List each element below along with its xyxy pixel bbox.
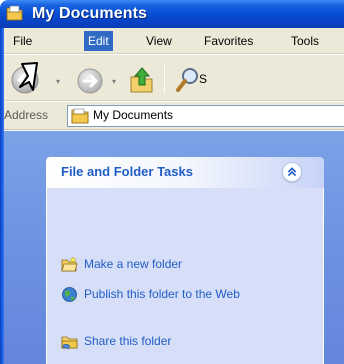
folder-icon	[71, 108, 89, 124]
panel-header[interactable]: File and Folder Tasks	[46, 157, 324, 188]
forward-arrow-icon	[77, 68, 103, 94]
menu-bar: File Edit View Favorites Tools	[4, 28, 344, 54]
forward-dropdown-icon[interactable]: ▾	[112, 77, 116, 86]
search-icon	[176, 68, 198, 92]
forward-button[interactable]	[74, 65, 106, 97]
folder-icon	[6, 5, 23, 21]
menu-favorites[interactable]: Favorites	[200, 31, 257, 51]
up-folder-icon	[130, 67, 153, 93]
back-arrow-icon	[11, 62, 39, 94]
search-label: S	[199, 72, 208, 86]
address-input[interactable]: My Documents	[67, 105, 344, 127]
collapse-button[interactable]	[282, 162, 302, 182]
back-dropdown-icon[interactable]: ▾	[56, 77, 60, 86]
new-folder-icon	[61, 256, 78, 272]
menu-view[interactable]: View	[142, 31, 176, 51]
address-bar: Address My Documents	[4, 102, 344, 130]
share-folder-icon	[61, 336, 78, 350]
window-title: My Documents	[32, 5, 147, 22]
standard-toolbar: ▾ ▾ S	[4, 55, 344, 101]
task-label: Make a new folder	[84, 257, 183, 271]
menu-file[interactable]: File	[9, 31, 36, 51]
up-button[interactable]	[128, 65, 156, 95]
title-bar[interactable]: My Documents	[0, 0, 344, 28]
menu-tools[interactable]: Tools	[287, 31, 323, 51]
task-label: Share this folder	[84, 334, 172, 348]
address-label: Address	[4, 108, 49, 122]
back-button[interactable]	[7, 60, 51, 96]
panel-title: File and Folder Tasks	[61, 164, 193, 179]
globe-icon	[62, 287, 77, 302]
task-label: Publish this folder to the Web	[84, 287, 240, 301]
chevron-up-double-icon	[287, 167, 297, 177]
explorer-window: My Documents File Edit View Favorites To…	[0, 0, 344, 364]
address-value: My Documents	[93, 108, 174, 122]
menu-edit[interactable]: Edit	[84, 31, 113, 51]
toolbar-separator	[164, 63, 165, 93]
file-folder-tasks-panel: File and Folder Tasks Make a new folder	[46, 157, 324, 364]
panel-body: Make a new folder Publish this folder to…	[46, 188, 324, 364]
search-button[interactable]: S	[174, 65, 344, 95]
